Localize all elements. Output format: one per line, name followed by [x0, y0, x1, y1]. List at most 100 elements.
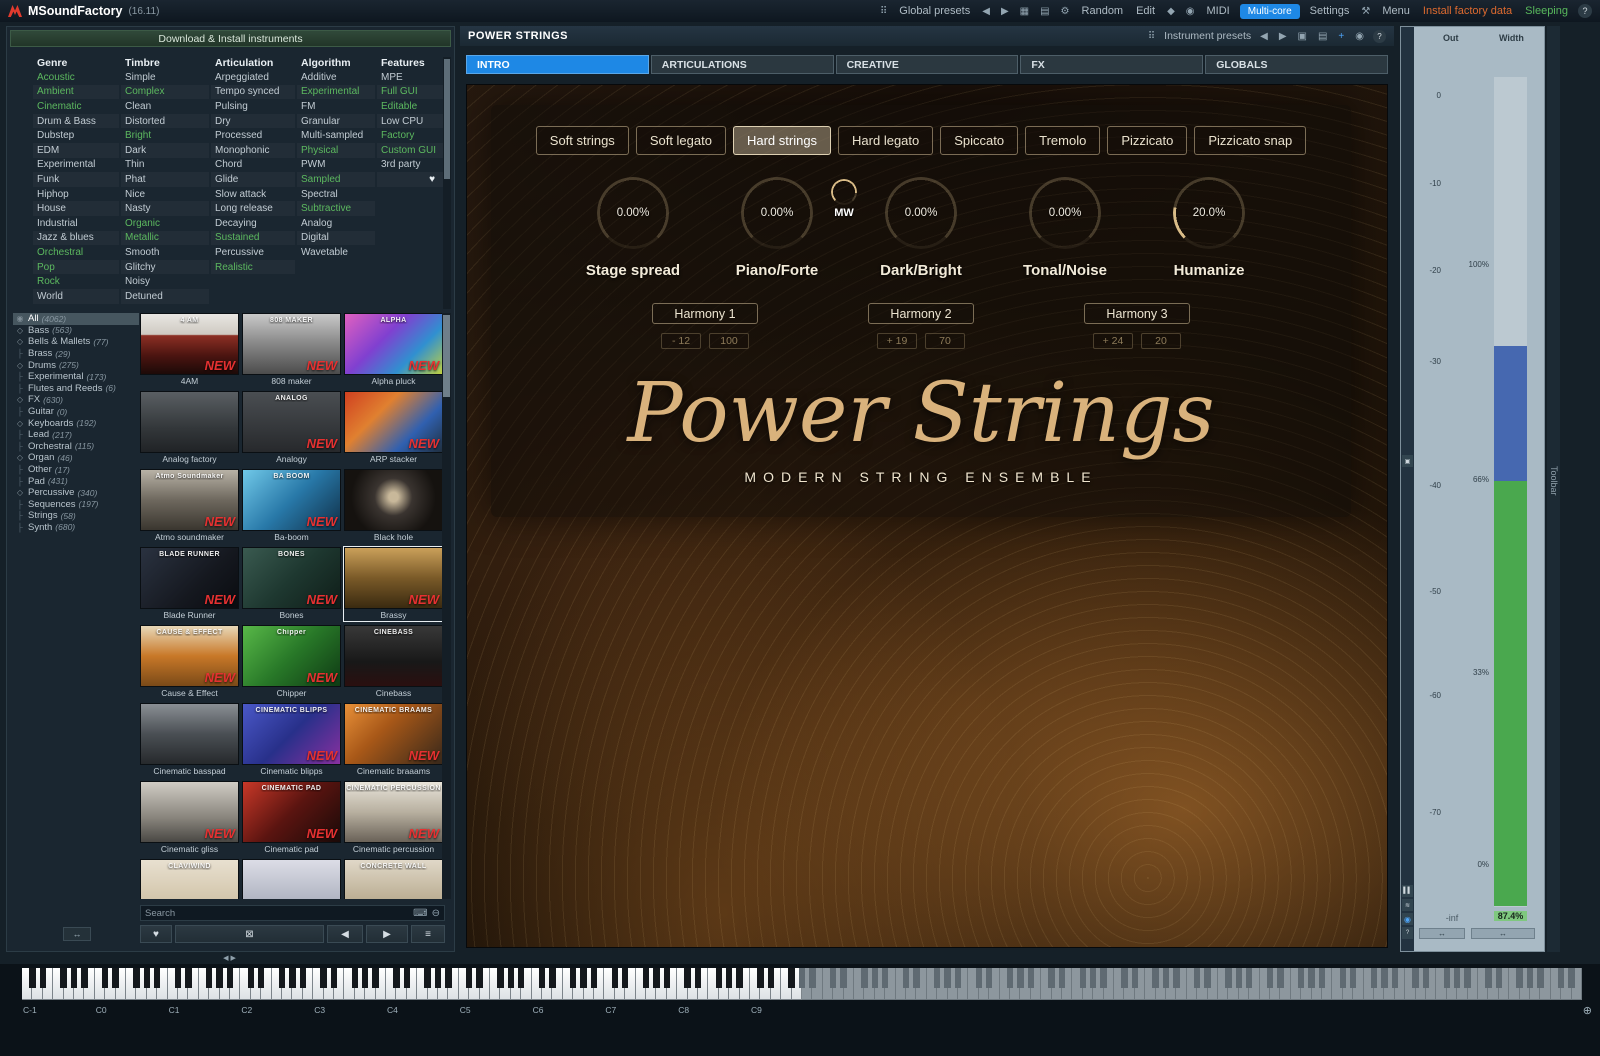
instrument-thumbnail[interactable] [242, 859, 341, 899]
piano-black-key[interactable] [466, 968, 472, 988]
piano-black-key[interactable] [1028, 968, 1034, 988]
filter-item[interactable]: Distorted [121, 114, 209, 129]
piano-black-key[interactable] [289, 968, 295, 988]
filter-item[interactable]: Additive [297, 70, 375, 85]
tree-item[interactable]: Strings (58) [13, 510, 139, 522]
filter-item[interactable]: Industrial [33, 216, 119, 231]
collapse-search-icon[interactable]: ⊖ [432, 908, 440, 919]
instrument-card[interactable]: NEW Brassy [344, 547, 443, 621]
piano-black-key[interactable] [736, 968, 742, 988]
piano-black-key[interactable] [102, 968, 108, 988]
piano-black-key[interactable] [1558, 968, 1564, 988]
instrument-card[interactable]: ALPHA NEW Alpha pluck [344, 313, 443, 387]
articulation-button[interactable]: Soft strings [536, 126, 629, 155]
filter-item[interactable]: House [33, 201, 119, 216]
filter-item[interactable]: Low CPU [377, 114, 443, 129]
filter-item[interactable]: Dark [121, 143, 209, 158]
piano-black-key[interactable] [1080, 968, 1086, 988]
piano-black-key[interactable] [1444, 968, 1450, 988]
piano-black-key[interactable] [175, 968, 181, 988]
piano-black-key[interactable] [1017, 968, 1023, 988]
piano-black-key[interactable] [1464, 968, 1470, 988]
piano-black-key[interactable] [684, 968, 690, 988]
instrument-card[interactable]: CLAVIWIND [140, 859, 239, 899]
eye-icon[interactable]: ◉ [1353, 31, 1366, 42]
filter-item[interactable]: Acoustic [33, 70, 119, 85]
prev-instrument-preset-icon[interactable]: ◀ [1258, 31, 1270, 42]
articulation-button[interactable]: Tremolo [1025, 126, 1100, 155]
tree-item[interactable]: Bells & Mallets (77) [13, 336, 139, 348]
piano-black-key[interactable] [612, 968, 618, 988]
filter-item[interactable]: Hiphop [33, 187, 119, 202]
help-icon[interactable]: ? [1578, 4, 1592, 18]
tree-item[interactable]: Other (17) [13, 464, 139, 476]
piano-black-key[interactable] [508, 968, 514, 988]
piano-black-key[interactable] [788, 968, 794, 988]
piano-black-key[interactable] [476, 968, 482, 988]
filter-item[interactable]: Slow attack [211, 187, 295, 202]
filter-item[interactable]: Long release [211, 201, 295, 216]
instrument-card[interactable]: Cinematic basspad [140, 703, 239, 777]
piano-black-key[interactable] [1173, 968, 1179, 988]
articulation-button[interactable]: Hard strings [733, 126, 831, 155]
piano-black-key[interactable] [352, 968, 358, 988]
preset-browser-icon[interactable]: ▦ [1018, 5, 1031, 18]
filter-scrollbar-thumb[interactable] [444, 59, 450, 179]
instrument-thumbnail[interactable]: BONES NEW [242, 547, 341, 609]
save-preset-icon[interactable]: ▤ [1316, 31, 1329, 42]
piano-black-key[interactable] [944, 968, 950, 988]
tree-item[interactable]: Organ (46) [13, 452, 139, 464]
instrument-thumbnail[interactable]: ANALOG NEW [242, 391, 341, 453]
harmony-pitch-value[interactable]: - 12 [661, 333, 701, 349]
instrument-card[interactable]: BA BOOM NEW Ba-boom [242, 469, 341, 543]
piano-black-key[interactable] [1350, 968, 1356, 988]
piano-black-key[interactable] [112, 968, 118, 988]
filter-item[interactable]: World [33, 289, 119, 304]
instrument-card[interactable]: CINEMATIC PERCUSSION NEW Cinematic percu… [344, 781, 443, 855]
filter-scrollbar[interactable] [443, 57, 451, 309]
search-input[interactable] [145, 908, 409, 919]
piano-black-key[interactable] [1485, 968, 1491, 988]
harmony-button[interactable]: Harmony 3 [1084, 303, 1190, 324]
meter-power-icon[interactable]: ◉ [1402, 913, 1413, 925]
filter-item[interactable]: Processed [211, 128, 295, 143]
filter-item[interactable]: Full GUI [377, 85, 443, 100]
filter-item[interactable]: Sustained [211, 231, 295, 246]
instrument-thumbnail[interactable]: CLAVIWIND [140, 859, 239, 899]
tree-item[interactable]: FX (630) [13, 394, 139, 406]
keyboard-icon[interactable]: ⌨ [413, 908, 427, 919]
filter-item[interactable]: Clean [121, 99, 209, 114]
instrument-thumbnail[interactable]: CONCRETE WALL [344, 859, 443, 899]
piano-black-key[interactable] [664, 968, 670, 988]
piano-black-key[interactable] [1454, 968, 1460, 988]
prev-instrument-button[interactable]: ◀ [327, 925, 363, 943]
piano-black-key[interactable] [1100, 968, 1106, 988]
filter-item[interactable]: ♥ [377, 172, 443, 187]
instrument-card[interactable]: Analog factory [140, 391, 239, 465]
harmony-button[interactable]: Harmony 2 [868, 303, 974, 324]
filter-item[interactable]: Detuned [121, 289, 209, 304]
filter-item[interactable]: Experimental [33, 158, 119, 173]
meter-help-icon[interactable]: ? [1402, 927, 1413, 939]
piano-black-key[interactable] [81, 968, 87, 988]
piano-black-key[interactable] [497, 968, 503, 988]
piano-black-key[interactable] [1319, 968, 1325, 988]
piano-black-key[interactable] [1392, 968, 1398, 988]
piano-black-key[interactable] [393, 968, 399, 988]
piano-black-key[interactable] [1423, 968, 1429, 988]
piano-black-key[interactable] [445, 968, 451, 988]
piano-black-key[interactable] [934, 968, 940, 988]
tree-item[interactable]: Guitar (0) [13, 406, 139, 418]
knob[interactable]: 20.0% [1173, 177, 1245, 249]
tree-item[interactable]: Flutes and Reeds (6) [13, 383, 139, 395]
browser-menu-button[interactable]: ≡ [411, 925, 445, 943]
piano-black-key[interactable] [60, 968, 66, 988]
harmony-button[interactable]: Harmony 1 [652, 303, 758, 324]
piano-black-key[interactable] [757, 968, 763, 988]
piano-black-key[interactable] [1371, 968, 1377, 988]
instrument-thumbnail[interactable]: 808 MAKER NEW [242, 313, 341, 375]
piano-black-key[interactable] [622, 968, 628, 988]
instrument-card[interactable]: CONCRETE WALL [344, 859, 443, 899]
piano-black-key[interactable] [986, 968, 992, 988]
piano-black-key[interactable] [279, 968, 285, 988]
